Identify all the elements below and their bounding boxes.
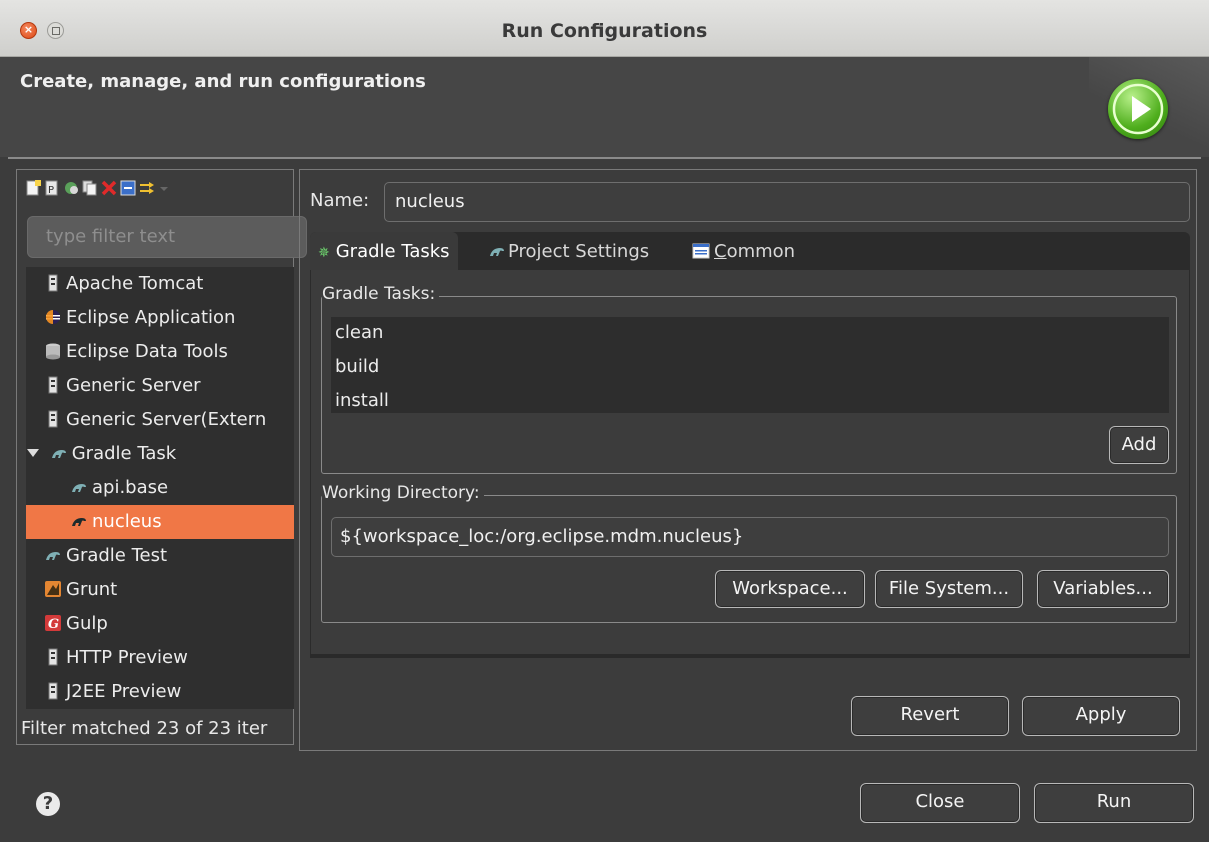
tree-item-generic-server[interactable]: Generic Server <box>26 369 294 403</box>
gear-icon: ✵ <box>318 245 330 261</box>
tab-project-settings[interactable]: Project Settings <box>488 232 649 270</box>
apply-button[interactable]: Apply <box>1022 696 1180 736</box>
name-input[interactable]: nucleus <box>384 182 1190 222</box>
gradle-icon <box>50 440 68 458</box>
server-icon <box>44 406 62 428</box>
tree-item-generic-server-external[interactable]: Generic Server(Extern <box>26 403 294 437</box>
working-directory-legend: Working Directory: <box>322 483 484 503</box>
tree-item-grunt[interactable]: Grunt <box>26 573 294 607</box>
tree-item-gulp[interactable]: G Gulp <box>26 607 294 641</box>
gradle-icon <box>70 508 88 526</box>
tree-item-nucleus[interactable]: nucleus <box>26 505 294 539</box>
name-label: Name: <box>310 190 370 211</box>
left-toolbar: P <box>25 176 174 200</box>
close-button[interactable]: Close <box>860 783 1020 823</box>
tree-item-eclipse-application[interactable]: Eclipse Application <box>26 301 294 335</box>
common-icon <box>692 234 714 274</box>
gradle-tasks-list[interactable]: clean build install <box>331 317 1169 413</box>
revert-button[interactable]: Revert <box>851 696 1009 736</box>
tree-item-apache-tomcat[interactable]: Apache Tomcat <box>26 267 294 301</box>
config-tree: Apache Tomcat Eclipse Application Eclips… <box>26 267 294 709</box>
variables-button[interactable]: Variables... <box>1037 570 1169 608</box>
workspace-button[interactable]: Workspace... <box>715 570 865 608</box>
filter-icon[interactable] <box>139 180 155 196</box>
gradle-icon <box>44 542 62 560</box>
window-title: Run Configurations <box>501 20 708 42</box>
tree-item-eclipse-data-tools[interactable]: Eclipse Data Tools <box>26 335 294 369</box>
tree-item-gradle-task[interactable]: Gradle Task <box>26 437 294 471</box>
collapse-all-icon[interactable] <box>120 180 136 196</box>
new-config-icon[interactable] <box>25 180 41 196</box>
server-icon <box>44 270 62 292</box>
run-icon <box>1108 79 1168 139</box>
tree-item-j2ee-preview[interactable]: J2EE Preview <box>26 675 294 709</box>
export-icon[interactable] <box>63 180 79 196</box>
svg-text:G: G <box>48 617 59 632</box>
gulp-icon: G <box>44 610 62 632</box>
list-item[interactable]: build <box>335 351 379 383</box>
tab-gradle-tasks[interactable]: ✵ Gradle Tasks <box>310 232 458 270</box>
banner-heading: Create, manage, and run configurations <box>20 71 426 92</box>
config-editor-panel: Name: nucleus ✵ Gradle Tasks Project Sett… <box>299 169 1197 751</box>
tab-common[interactable]: Common <box>692 232 795 270</box>
header-banner: Create, manage, and run configurations <box>0 57 1209 157</box>
add-task-button[interactable]: Add <box>1109 426 1169 464</box>
duplicate-icon[interactable] <box>82 180 98 196</box>
gradle-icon <box>488 235 508 275</box>
tree-item-gradle-test[interactable]: Gradle Test <box>26 539 294 573</box>
gradle-tasks-tab-content: Gradle Tasks: clean build install Add Wo… <box>310 270 1190 658</box>
database-icon <box>44 338 62 360</box>
filter-input[interactable]: type filter text <box>27 216 307 258</box>
run-button[interactable]: Run <box>1034 783 1194 823</box>
chevron-down-icon[interactable] <box>158 180 174 196</box>
tree-item-api-base[interactable]: api.base <box>26 471 294 505</box>
working-directory-input[interactable]: ${workspace_loc:/org.eclipse.mdm.nucleus… <box>331 517 1169 557</box>
server-icon <box>44 644 62 666</box>
file-system-button[interactable]: File System... <box>875 570 1023 608</box>
help-icon[interactable]: ? <box>36 792 60 816</box>
svg-text:P: P <box>48 185 54 196</box>
header-separator <box>8 157 1201 159</box>
gradle-tasks-legend: Gradle Tasks: <box>322 284 440 304</box>
gradle-icon <box>70 474 88 492</box>
list-item[interactable]: install <box>335 385 389 417</box>
filter-status: Filter matched 23 of 23 iter <box>21 718 268 739</box>
server-icon <box>44 372 62 394</box>
delete-icon[interactable] <box>101 180 117 196</box>
expand-arrow-icon[interactable] <box>26 437 44 471</box>
eclipse-icon <box>44 304 62 324</box>
grunt-icon <box>44 576 62 597</box>
config-tabs: ✵ Gradle Tasks Project Settings Common <box>310 232 1190 270</box>
gradle-tasks-group: Gradle Tasks: clean build install Add <box>321 284 1177 474</box>
working-directory-group: Working Directory: ${workspace_loc:/org.… <box>321 483 1177 623</box>
config-type-panel: P type filter text Apache Tomcat Eclipse… <box>16 169 307 745</box>
list-item[interactable]: clean <box>335 317 383 349</box>
new-prototype-icon[interactable]: P <box>44 180 60 196</box>
server-icon <box>44 678 62 700</box>
tree-item-http-preview[interactable]: HTTP Preview <box>26 641 294 675</box>
window-titlebar: × Run Configurations <box>0 0 1209 57</box>
